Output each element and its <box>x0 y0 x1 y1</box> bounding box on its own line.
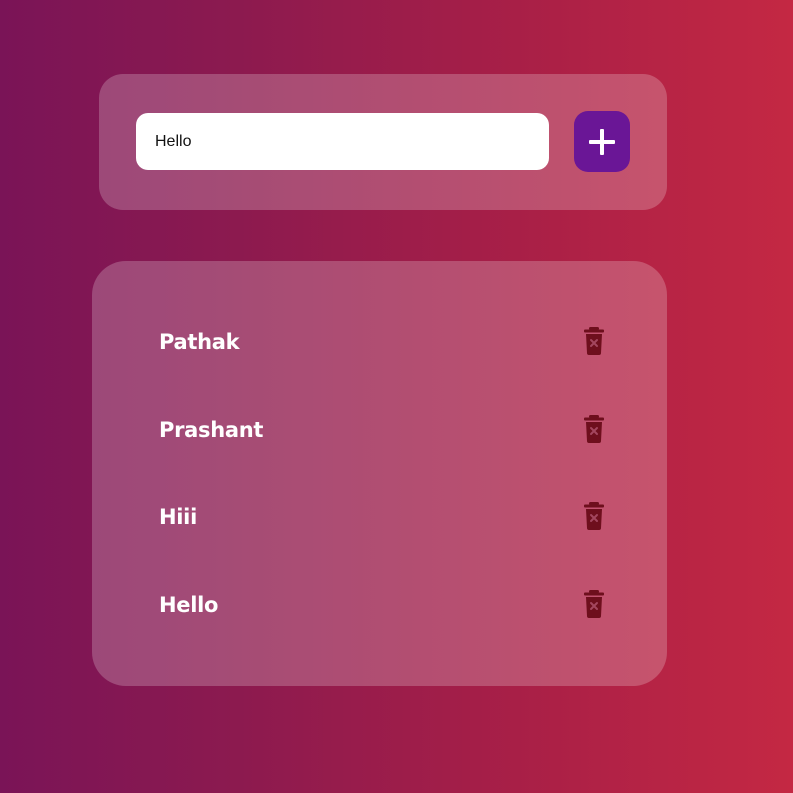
todo-item-label: Pathak <box>159 330 240 354</box>
delete-todo-button[interactable] <box>582 589 606 619</box>
todo-item: Hello <box>92 581 667 631</box>
delete-todo-button[interactable] <box>582 326 606 356</box>
todo-item: Hiii <box>92 493 667 543</box>
todo-item: Pathak <box>92 318 667 368</box>
todo-input-card <box>99 74 667 210</box>
todo-item: Prashant <box>92 406 667 456</box>
todo-item-label: Prashant <box>159 418 264 442</box>
todo-item-label: Hiii <box>159 505 197 529</box>
delete-todo-button[interactable] <box>582 501 606 531</box>
plus-icon <box>589 128 615 155</box>
trash-icon <box>584 502 604 530</box>
delete-todo-button[interactable] <box>582 414 606 444</box>
add-todo-button[interactable] <box>574 111 630 172</box>
todo-input[interactable] <box>136 113 549 170</box>
trash-icon <box>584 415 604 443</box>
trash-icon <box>584 327 604 355</box>
todo-item-label: Hello <box>159 593 219 617</box>
trash-icon <box>584 590 604 618</box>
todo-list: Pathak Prashant Hiii Hello <box>92 261 667 686</box>
